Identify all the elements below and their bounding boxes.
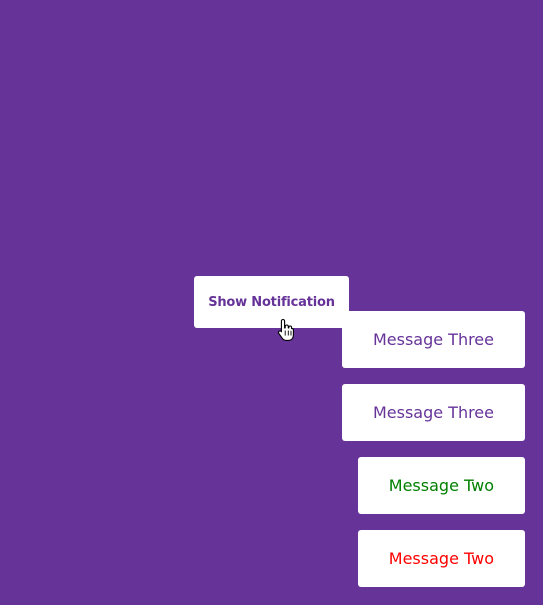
notification-toast: Message Three bbox=[341, 384, 525, 441]
show-notification-button[interactable]: Show Notification bbox=[194, 276, 349, 328]
notification-toast: Message Two bbox=[357, 457, 525, 514]
hand-pointer-icon bbox=[277, 318, 294, 341]
notification-container: Message Three Message Three Message Two … bbox=[341, 311, 525, 587]
notification-toast: Message Two bbox=[357, 530, 525, 587]
notification-toast: Message Three bbox=[341, 311, 525, 368]
